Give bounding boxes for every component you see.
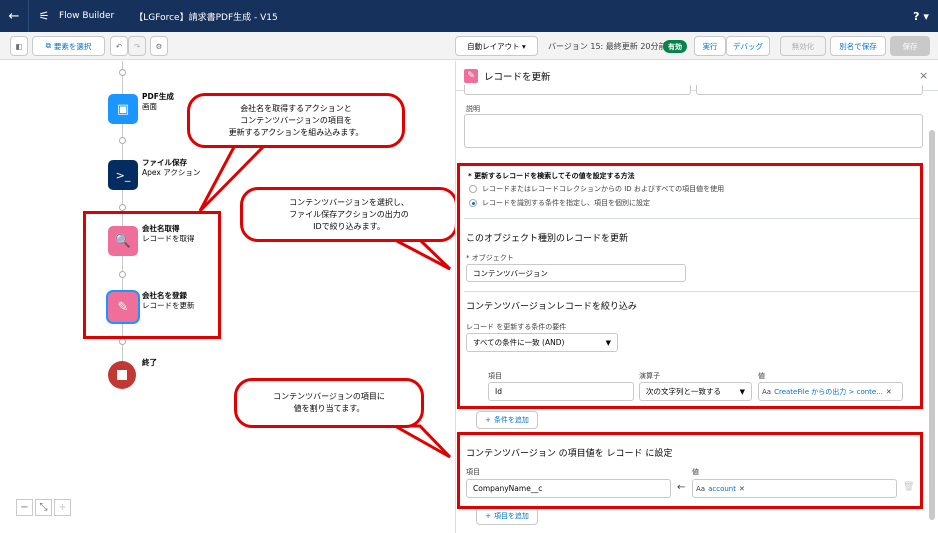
undo-icon[interactable]: ↶	[110, 36, 128, 56]
app-name: Flow Builder	[59, 11, 115, 21]
close-icon[interactable]: ×	[919, 69, 938, 82]
panel-title: レコードを更新	[484, 71, 551, 83]
select-icon: ⧉	[45, 41, 51, 50]
highlight-box	[457, 163, 923, 409]
zoom-out-icon[interactable]: −	[16, 499, 33, 516]
callout-text: コンテンツバージョンの項目に	[273, 392, 385, 401]
plus-icon: +	[485, 416, 491, 424]
help-menu-icon[interactable]: ? ▾	[904, 10, 938, 23]
callout-text: コンテンツバージョンを選択し、	[289, 197, 409, 207]
callout-text: 更新するアクションを組み込みます。	[228, 127, 364, 137]
callout-tail-3	[389, 424, 452, 459]
back-arrow-icon[interactable]: ←	[0, 9, 28, 24]
select-elements-label: 要素を選択	[53, 41, 92, 51]
highlight-box	[457, 432, 923, 509]
add-field-label: 項目を追加	[493, 512, 529, 520]
add-condition-button[interactable]: + 条件を追加	[476, 411, 538, 429]
description-textarea[interactable]	[464, 114, 923, 148]
flow-builder-icon: ⚟	[38, 9, 50, 23]
status-badge: 有効	[663, 40, 687, 53]
description-label: 説明	[466, 105, 480, 113]
add-condition-label: 条件を追加	[493, 416, 529, 424]
toolbar: ◧ ⧉ 要素を選択 ↶ ↷ ⚙ 自動レイアウト ▾ バージョン 15: 最終更新…	[0, 32, 938, 60]
plus-icon: +	[485, 512, 491, 520]
update-records-icon: ✎	[464, 68, 478, 83]
api-name-input[interactable]	[696, 85, 923, 95]
callout-text: IDで絞り込みます。	[313, 221, 385, 231]
callout-text: ファイル保存アクションの出力の	[289, 209, 409, 219]
label-input[interactable]	[464, 85, 691, 95]
callout-2: コンテンツバージョンを選択し、 ファイル保存アクションの出力の IDで絞り込みま…	[240, 187, 458, 242]
callout-3: コンテンツバージョンの項目に 値を割り当てます。	[234, 378, 424, 428]
settings-gear-icon[interactable]: ⚙	[150, 36, 168, 56]
deactivate-button[interactable]: 無効化	[780, 36, 826, 56]
redo-icon[interactable]: ↷	[128, 36, 146, 56]
fit-view-icon[interactable]: ⤡	[35, 499, 52, 516]
save-button[interactable]: 保存	[890, 36, 930, 56]
debug-button[interactable]: デバッグ	[726, 36, 770, 56]
layout-select[interactable]: 自動レイアウト ▾	[455, 36, 538, 56]
version-text: バージョン 15: 最終更新 20分前	[548, 42, 667, 51]
top-bar: ← ⚟ Flow Builder 【LGForce】請求書PDF生成 - V15…	[0, 0, 938, 32]
callout-text: 会社名を取得するアクションと	[240, 103, 352, 113]
zoom-in-icon[interactable]: +	[54, 499, 71, 516]
callout-1: 会社名を取得するアクションと コンテンツバージョンの項目を 更新するアクションを…	[187, 93, 405, 148]
save-as-button[interactable]: 別名で保存	[830, 36, 886, 56]
flow-title: 【LGForce】請求書PDF生成 - V15	[134, 12, 278, 23]
callout-text: 値を割り当てます。	[293, 404, 365, 413]
properties-panel: ✎ レコードを更新 × 説明 * 更新するレコードを検索してその値を設定する方法…	[455, 61, 938, 533]
panel-scrollbar[interactable]	[929, 130, 935, 520]
toggle-panel-icon[interactable]: ◧	[10, 36, 28, 56]
add-field-button[interactable]: + 項目を追加	[476, 507, 538, 525]
run-button[interactable]: 実行	[694, 36, 726, 56]
callout-tail-2	[394, 238, 452, 271]
select-elements-button[interactable]: ⧉ 要素を選択	[32, 36, 105, 56]
callout-text: コンテンツバージョンの項目を	[240, 115, 352, 125]
flow-canvas[interactable]: ▣ PDF生成 画面 >_ ファイル保存 Apex アクション 🔍 会社名取得 …	[0, 61, 458, 533]
